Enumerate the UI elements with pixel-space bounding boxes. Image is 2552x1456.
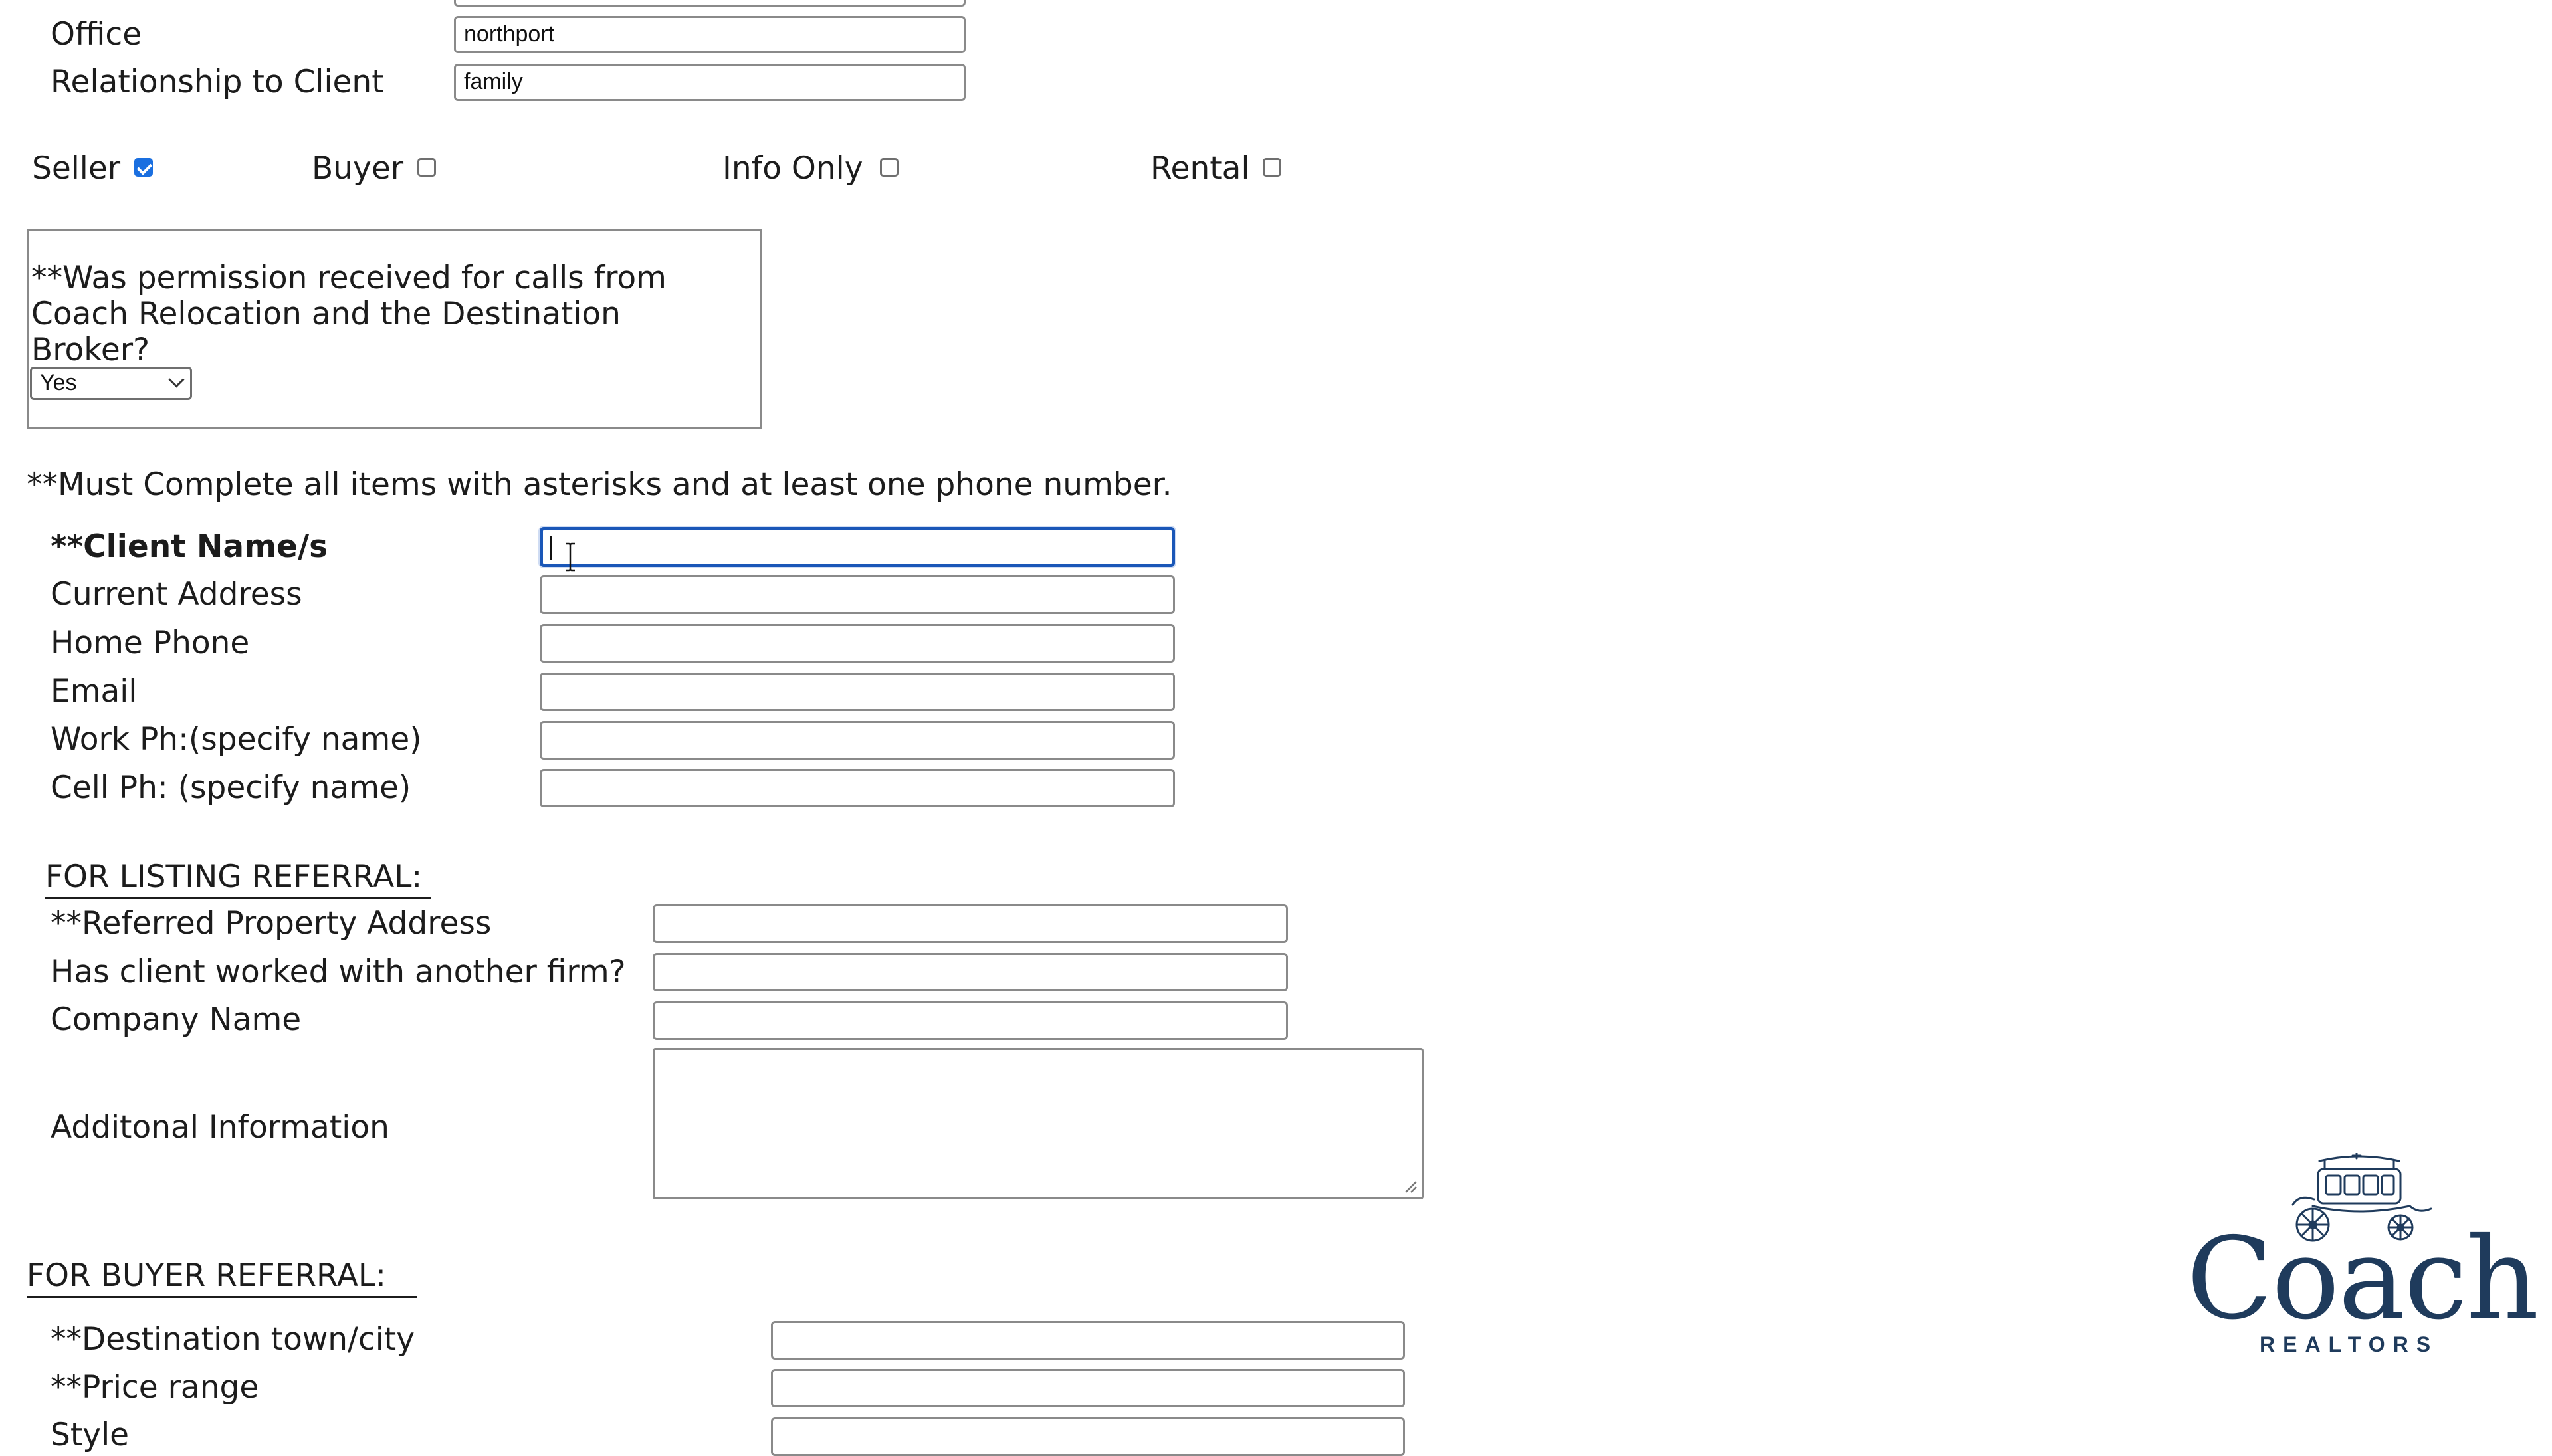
referred-property-label: **Referred Property Address xyxy=(51,905,492,942)
rental-label: Rental xyxy=(1150,150,1250,187)
additional-info-textarea[interactable] xyxy=(653,1048,1424,1199)
destination-input[interactable] xyxy=(771,1321,1405,1360)
current-address-input[interactable] xyxy=(540,575,1175,614)
cell-phone-label: Cell Ph: (specify name) xyxy=(51,770,411,806)
office-label: Office xyxy=(51,16,142,52)
info-only-checkbox[interactable] xyxy=(880,158,899,177)
permission-question: **Was permission received for calls from… xyxy=(31,260,667,368)
other-firm-input[interactable] xyxy=(653,953,1288,991)
company-name-input[interactable] xyxy=(653,1001,1288,1040)
additional-info-label: Additonal Information xyxy=(51,1109,389,1146)
relationship-input[interactable]: family xyxy=(454,64,966,101)
relationship-label: Relationship to Client xyxy=(51,64,384,100)
text-caret xyxy=(550,536,552,560)
seller-label: Seller xyxy=(32,150,121,187)
info-only-label: Info Only xyxy=(722,150,863,187)
style-label: Style xyxy=(51,1417,130,1453)
cell-phone-input[interactable] xyxy=(540,769,1175,807)
permission-select[interactable]: Yes xyxy=(30,367,192,400)
permission-selected-value: Yes xyxy=(40,370,77,395)
referred-property-input[interactable] xyxy=(653,904,1288,943)
email-input[interactable] xyxy=(540,673,1175,711)
current-address-label: Current Address xyxy=(51,576,302,613)
office-input[interactable]: northport xyxy=(454,16,966,53)
client-name-input[interactable] xyxy=(540,527,1175,567)
rental-checkbox[interactable] xyxy=(1263,158,1281,177)
instructions-text: **Must Complete all items with asterisks… xyxy=(27,467,1172,503)
price-range-label: **Price range xyxy=(51,1369,259,1405)
work-phone-input[interactable] xyxy=(540,721,1175,760)
chevron-down-icon xyxy=(168,371,185,388)
client-name-label: **Client Name/s xyxy=(51,528,328,565)
buyer-label: Buyer xyxy=(312,150,404,187)
agent-name-input[interactable] xyxy=(454,0,966,7)
logo-subtitle: REALTORS xyxy=(2260,1332,2439,1356)
home-phone-label: Home Phone xyxy=(51,625,250,661)
destination-label: **Destination town/city xyxy=(51,1321,415,1358)
home-phone-input[interactable] xyxy=(540,624,1175,663)
work-phone-label: Work Ph:(specify name) xyxy=(51,721,422,758)
other-firm-label: Has client worked with another firm? xyxy=(51,954,626,990)
logo-wordmark: Coach xyxy=(2186,1213,2539,1345)
style-input[interactable] xyxy=(771,1417,1405,1456)
email-label: Email xyxy=(51,673,138,710)
permission-panel: **Was permission received for calls from… xyxy=(27,229,762,429)
seller-checkbox[interactable] xyxy=(134,158,153,177)
buyer-referral-heading: FOR BUYER REFERRAL: xyxy=(27,1257,417,1298)
listing-referral-heading: FOR LISTING REFERRAL: xyxy=(45,859,432,899)
ibeam-cursor-icon xyxy=(566,542,575,572)
company-name-label: Company Name xyxy=(51,1001,302,1038)
price-range-input[interactable] xyxy=(771,1369,1405,1407)
resize-grip-icon[interactable] xyxy=(1403,1179,1418,1194)
buyer-checkbox[interactable] xyxy=(417,158,436,177)
